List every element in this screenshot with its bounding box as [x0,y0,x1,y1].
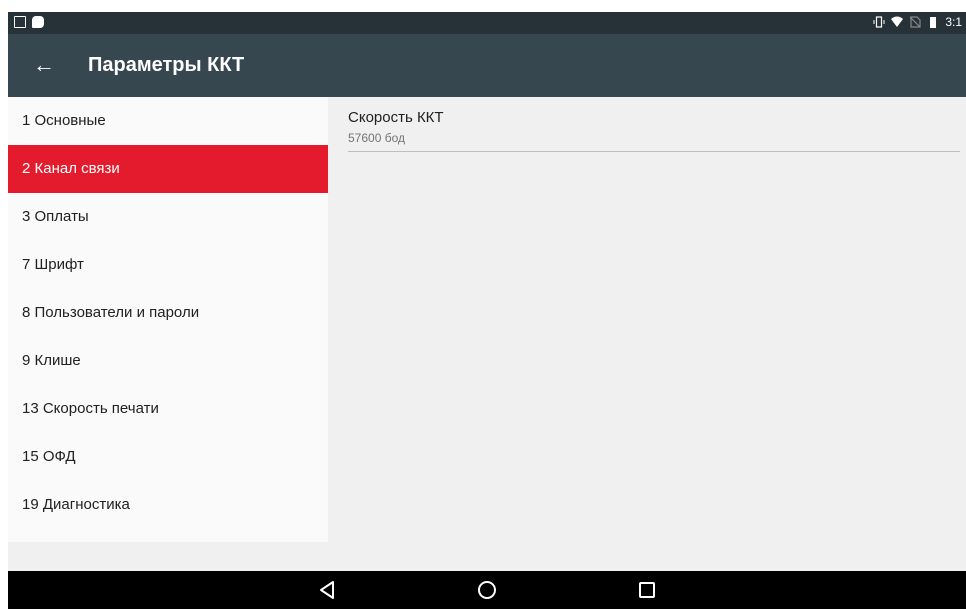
page-title: Параметры ККТ [88,54,245,76]
sidebar-item-print-speed[interactable]: 13 Скорость печати [8,385,328,433]
system-nav-bar [8,571,966,609]
sidebar-item-font[interactable]: 7 Шрифт [8,241,328,289]
sidebar-item-diagnostics[interactable]: 19 Диагностика [8,481,328,529]
status-right-icons: 3:1 [873,15,962,29]
status-left-icons [14,16,44,28]
status-time: 3:1 [945,15,962,29]
sidebar-item-cliche[interactable]: 9 Клише [8,337,328,385]
back-triangle-icon[interactable] [315,579,339,601]
sidebar-item-communication-channel[interactable]: 2 Канал связи [8,145,328,193]
battery-icon [930,17,937,28]
sidebar-item-payments[interactable]: 3 Оплаты [8,193,328,241]
app-bar: ← Параметры ККТ [8,34,966,97]
sidebar-item-ofd[interactable]: 15 ОФД [8,433,328,481]
sidebar-item-users-passwords[interactable]: 8 Пользователи и пароли [8,289,328,337]
chat-bubble-icon [32,16,44,28]
image-icon [14,16,26,28]
home-circle-icon[interactable] [475,579,499,601]
recents-square-icon[interactable] [635,579,659,601]
preference-summary: 57600 бод [348,131,405,145]
sidebar-item-basic[interactable]: 1 Основные [8,97,328,145]
vibrate-icon [873,16,885,28]
settings-detail-pane: Скорость ККТ 57600 бод [328,97,966,571]
wifi-icon [891,16,904,27]
status-bar: 3:1 [8,12,966,34]
settings-category-list: 1 Основные 2 Канал связи 3 Оплаты 7 Шриф… [8,97,328,542]
preference-kkt-speed[interactable]: Скорость ККТ 57600 бод [348,105,960,152]
no-sim-icon [909,16,921,28]
back-arrow-icon[interactable]: ← [32,53,56,77]
preference-title: Скорость ККТ [348,109,444,126]
device-screen: 3:1 ← Параметры ККТ 1 Основные 2 Канал с… [8,12,966,609]
